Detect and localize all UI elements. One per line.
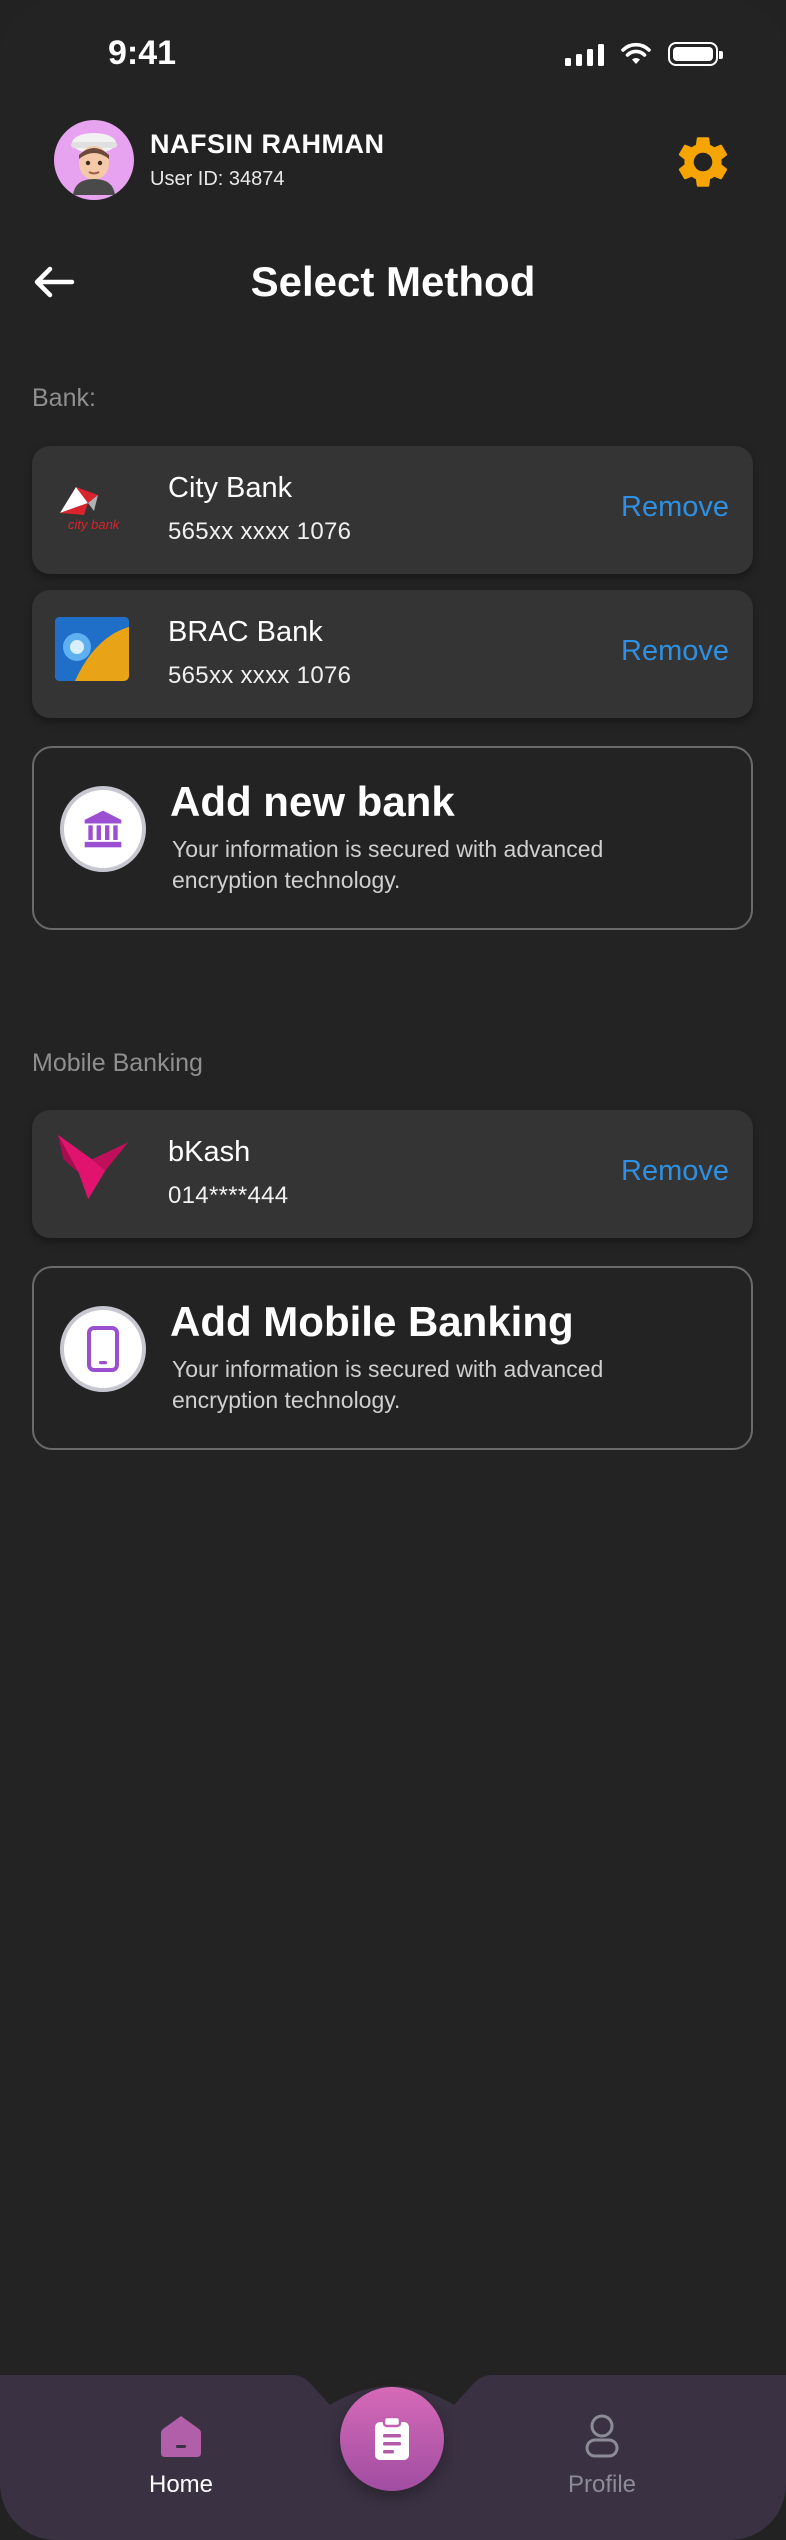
wifi-icon <box>621 42 651 64</box>
smartphone-icon <box>60 1306 146 1392</box>
app-screen: 9:41 NAFSIN RAHMAN User ID: 34874 Select… <box>0 0 786 2540</box>
clipboard-fab-button[interactable] <box>340 2387 444 2491</box>
remove-brac-bank-button[interactable]: Remove <box>621 635 729 668</box>
battery-icon <box>668 42 723 66</box>
clipboard-icon <box>375 2416 409 2460</box>
mobile-banking-section-label: Mobile Banking <box>32 1049 203 1077</box>
nav-profile[interactable]: Profile <box>522 2375 682 2499</box>
add-mobile-banking-title: Add Mobile Banking <box>170 1298 574 1345</box>
bank-building-icon <box>60 786 146 872</box>
brac-bank-logo <box>54 614 130 684</box>
add-bank-title: Add new bank <box>170 778 455 825</box>
remove-bkash-button[interactable]: Remove <box>621 1155 729 1188</box>
status-time: 9:41 <box>108 34 177 72</box>
home-icon <box>161 2416 201 2457</box>
city-bank-logo: city bank <box>54 470 130 540</box>
mobile-card-bkash[interactable]: bKash 014****444 Remove <box>32 1110 753 1238</box>
bank-name: BRAC Bank <box>168 616 323 648</box>
add-mobile-banking-card[interactable]: Add Mobile Banking Your information is s… <box>32 1266 753 1450</box>
bank-account-number: 565xx xxxx 1076 <box>168 518 352 545</box>
nav-profile-label: Profile <box>567 2471 637 2498</box>
bank-name: City Bank <box>168 472 293 504</box>
cellular-signal-icon <box>565 42 604 66</box>
add-bank-description: Your information is secured with advance… <box>172 836 604 893</box>
bank-card-brac-bank[interactable]: BRAC Bank 565xx xxxx 1076 Remove <box>32 590 753 718</box>
add-new-bank-card[interactable]: Add new bank Your information is secured… <box>32 746 753 930</box>
bank-account-number: 565xx xxxx 1076 <box>168 662 352 689</box>
mobile-wallet-name: bKash <box>168 1136 251 1168</box>
memoji-avatar-icon <box>71 133 117 195</box>
avatar[interactable] <box>54 120 134 200</box>
bank-section-label: Bank: <box>32 384 96 412</box>
add-mobile-banking-description: Your information is secured with advance… <box>172 1356 604 1413</box>
status-icons <box>565 42 723 66</box>
user-icon <box>585 2414 619 2458</box>
bank-card-city-bank[interactable]: city bank City Bank 565xx xxxx 1076 Remo… <box>32 446 753 574</box>
page-title: Select Method <box>250 258 536 305</box>
remove-city-bank-button[interactable]: Remove <box>621 491 729 524</box>
nav-home-label: Home <box>148 2471 214 2498</box>
user-id: User ID: 34874 <box>150 168 285 190</box>
user-header: NAFSIN RAHMAN User ID: 34874 <box>54 120 384 200</box>
status-bar: 9:41 <box>0 0 786 110</box>
bkash-logo <box>54 1132 130 1202</box>
user-name: NAFSIN RAHMAN <box>150 129 385 159</box>
nav-home[interactable]: Home <box>101 2375 261 2499</box>
gear-icon[interactable] <box>672 131 734 193</box>
bottom-navigation: Home Profile <box>0 2375 786 2540</box>
city-bank-logo-text: city bank <box>68 517 121 532</box>
mobile-wallet-number: 014****444 <box>168 1182 289 1209</box>
